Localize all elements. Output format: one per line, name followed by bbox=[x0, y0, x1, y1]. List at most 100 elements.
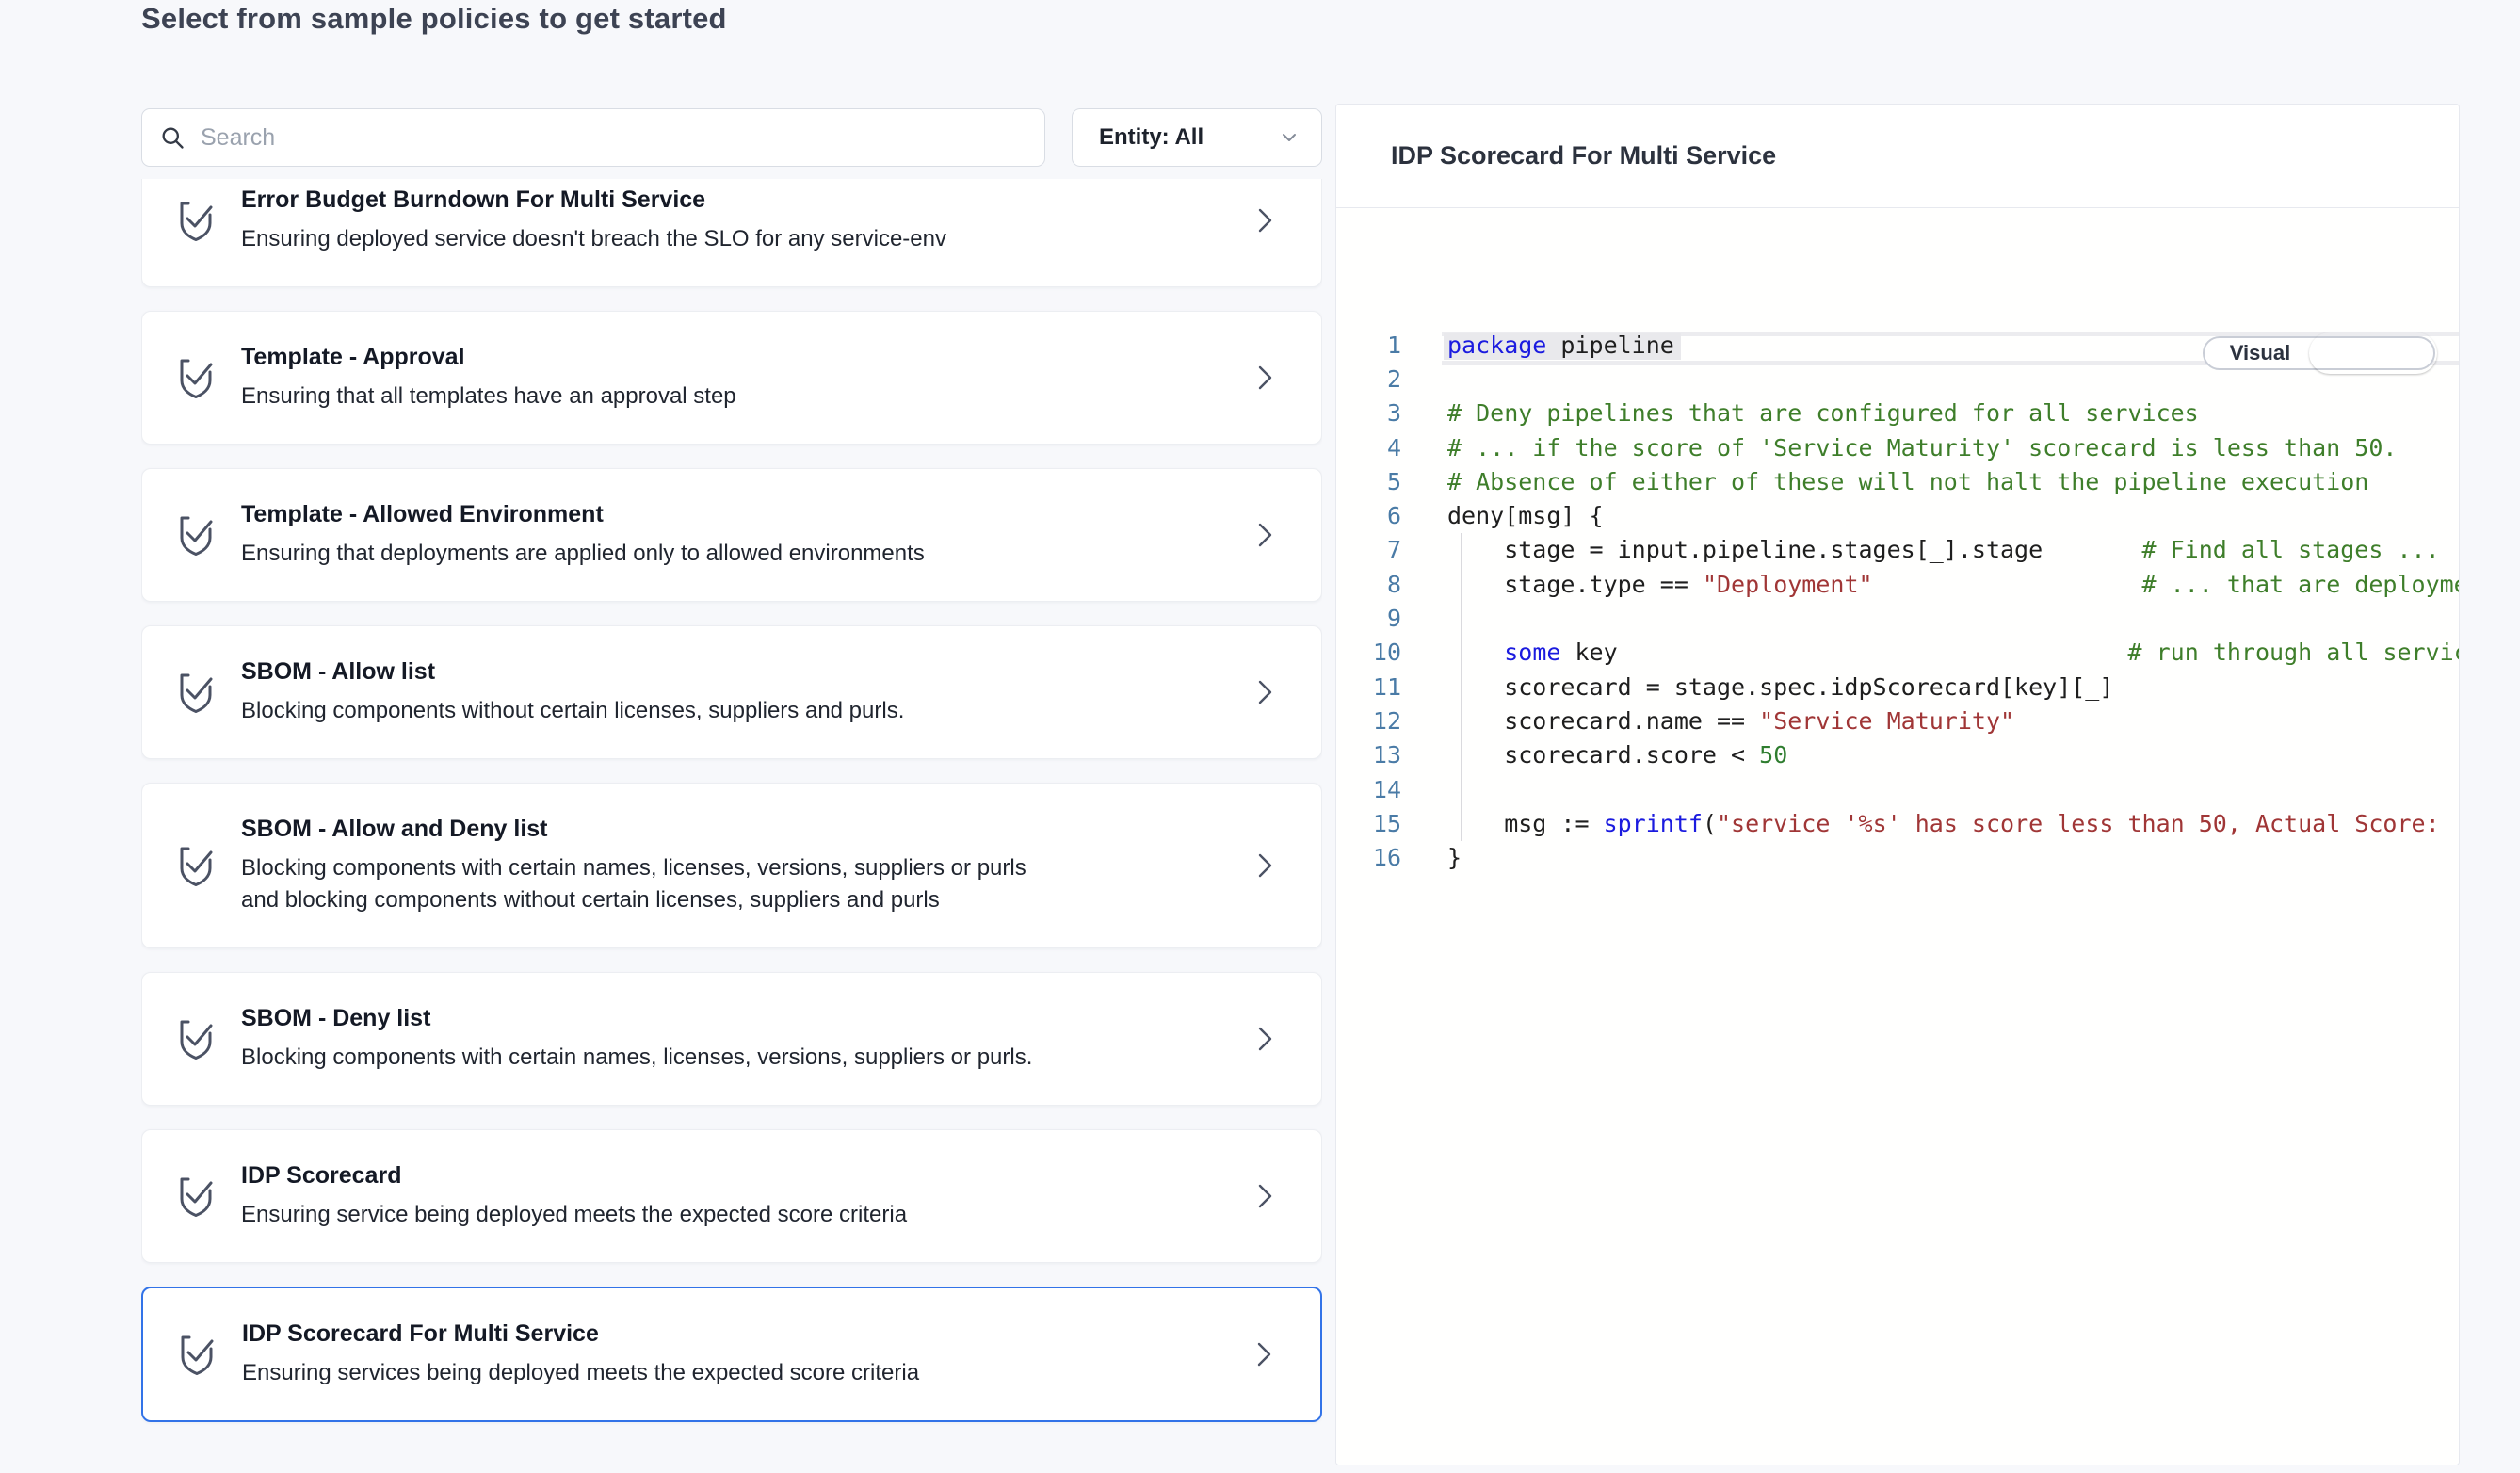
view-toggle: Visual Rego bbox=[2203, 336, 2435, 370]
policy-card-text: SBOM - Allow and Deny list Blocking compo… bbox=[241, 815, 1051, 916]
policy-card[interactable]: IDP ScorecardEnsuring service being depl… bbox=[141, 1129, 1322, 1263]
chevron-right-icon[interactable] bbox=[1252, 364, 1278, 392]
chevron-right-icon[interactable] bbox=[1252, 521, 1278, 549]
policy-title: SBOM - Deny list bbox=[241, 1004, 1051, 1032]
code-line: 3 # Deny pipelines that are configured fo… bbox=[1336, 397, 2459, 430]
code-line: 16} bbox=[1336, 840, 2459, 874]
line-number: 14 bbox=[1336, 776, 1401, 803]
code-token: # Absence of either of these will not ha… bbox=[1447, 468, 2368, 495]
policy-description: Ensuring services being deployed meets t… bbox=[242, 1357, 1052, 1389]
code-token bbox=[1618, 639, 2128, 666]
line-number: 6 bbox=[1336, 502, 1401, 529]
policy-title: SBOM - Allow list bbox=[241, 657, 1051, 686]
code-token: 50 bbox=[1759, 741, 1787, 769]
code-text: # Absence of either of these will not ha… bbox=[1401, 468, 2368, 495]
code-token: # ... that are deployments bbox=[2142, 571, 2459, 598]
code-token: sprintf bbox=[1604, 810, 1703, 837]
policy-card[interactable]: SBOM - Allow list Blocking components wit… bbox=[141, 625, 1322, 759]
policy-description: Blocking components with certain names, … bbox=[241, 852, 1051, 916]
code-text: stage = input.pipeline.stages[_].stage #… bbox=[1401, 536, 2440, 563]
policy-card-text: IDP ScorecardEnsuring service being depl… bbox=[241, 1161, 1051, 1231]
policy-description: Ensuring that all templates have an appr… bbox=[241, 380, 1051, 413]
policy-title: SBOM - Allow and Deny list bbox=[241, 815, 1051, 843]
code-token: scorecard = stage.spec.idpScorecard[key]… bbox=[1447, 673, 2113, 701]
code-text: stage.type == "Deployment" # ... that ar… bbox=[1401, 571, 2459, 598]
policy-card[interactable]: SBOM - Deny listBlocking components with… bbox=[141, 972, 1322, 1106]
shield-check-icon bbox=[175, 843, 217, 888]
policy-description: Ensuring service being deployed meets th… bbox=[241, 1199, 1051, 1231]
line-number: 7 bbox=[1336, 536, 1401, 563]
detail-header: IDP Scorecard For Multi Service bbox=[1336, 105, 2459, 208]
code-token: # run through all services bbox=[2128, 639, 2459, 666]
shield-check-icon bbox=[176, 1332, 218, 1377]
code-line: 6deny[msg] { bbox=[1336, 498, 2459, 532]
code-token: msg := bbox=[1447, 810, 1604, 837]
code-text: scorecard.name == "Service Maturity" bbox=[1401, 707, 2014, 735]
code-token: key bbox=[1560, 639, 1617, 666]
line-number: 11 bbox=[1336, 673, 1401, 701]
shield-check-icon bbox=[175, 355, 217, 400]
chevron-right-icon[interactable] bbox=[1252, 851, 1278, 880]
line-number: 2 bbox=[1336, 365, 1401, 393]
code-token: some bbox=[1504, 639, 1560, 666]
line-number: 3 bbox=[1336, 399, 1401, 427]
policy-description: Ensuring that deployments are applied on… bbox=[241, 538, 1051, 570]
code-token: "Deployment" bbox=[1703, 571, 1873, 598]
policy-card[interactable]: Template - Allowed EnvironmentEnsuring t… bbox=[141, 468, 1322, 602]
chevron-right-icon[interactable] bbox=[1252, 1025, 1278, 1053]
entity-filter-label: Entity: All bbox=[1099, 124, 1203, 151]
policy-card[interactable]: Error Budget Burndown For Multi Service E… bbox=[141, 179, 1322, 287]
code-text: } bbox=[1401, 844, 1462, 871]
shield-check-icon bbox=[175, 1016, 217, 1061]
code-token: scorecard.score < bbox=[1447, 741, 1759, 769]
policy-card-text: Template - Allowed EnvironmentEnsuring t… bbox=[241, 500, 1051, 570]
policy-card-text: Error Budget Burndown For Multi Service E… bbox=[241, 186, 1051, 255]
code-token bbox=[1447, 639, 1504, 666]
chevron-right-icon[interactable] bbox=[1252, 1182, 1278, 1210]
code-token bbox=[2043, 536, 2141, 563]
code-token: # Deny pipelines that are configured for… bbox=[1447, 399, 2199, 427]
toggle-visual[interactable]: Visual bbox=[2205, 338, 2316, 368]
code-text: some key # run through all services bbox=[1401, 639, 2459, 666]
line-number: 4 bbox=[1336, 434, 1401, 461]
chevron-right-icon[interactable] bbox=[1252, 678, 1278, 706]
code-token: # Find all stages ... bbox=[2142, 536, 2440, 563]
policy-card-text: SBOM - Deny listBlocking components with… bbox=[241, 1004, 1051, 1074]
search-icon bbox=[159, 124, 186, 151]
policy-card[interactable]: Template - Approval Ensuring that all tem… bbox=[141, 311, 1322, 445]
policy-title: Error Budget Burndown For Multi Service bbox=[241, 186, 1051, 214]
line-number: 13 bbox=[1336, 741, 1401, 769]
policy-description: Ensuring deployed service doesn't breach… bbox=[241, 223, 1051, 255]
chevron-right-icon[interactable] bbox=[1252, 206, 1278, 235]
code-text: # Deny pipelines that are configured for… bbox=[1401, 399, 2199, 427]
policy-title: Template - Approval bbox=[241, 343, 1051, 371]
policy-card[interactable]: SBOM - Allow and Deny list Blocking compo… bbox=[141, 783, 1322, 948]
entity-filter-dropdown[interactable]: Entity: All bbox=[1072, 108, 1322, 167]
code-line: 11 scorecard = stage.spec.idpScorecard[k… bbox=[1336, 670, 2459, 704]
code-line: 9 bbox=[1336, 601, 2459, 635]
code-text: package pipeline bbox=[1401, 332, 1674, 359]
code-line: 7 stage = input.pipeline.stages[_].stage… bbox=[1336, 533, 2459, 567]
code-line: 13 scorecard.score < 50 bbox=[1336, 738, 2459, 772]
line-number: 10 bbox=[1336, 639, 1401, 666]
policy-detail-panel: IDP Scorecard For Multi Service 1package… bbox=[1335, 104, 2460, 1465]
toggle-rego[interactable]: Rego bbox=[2309, 332, 2437, 374]
chevron-right-icon[interactable] bbox=[1251, 1340, 1277, 1368]
line-number: 12 bbox=[1336, 707, 1401, 735]
policy-card[interactable]: IDP Scorecard For Multi ServiceEnsuring … bbox=[141, 1287, 1322, 1422]
search-input[interactable] bbox=[201, 124, 1027, 152]
code-text: deny[msg] { bbox=[1401, 502, 1604, 529]
code-editor[interactable]: 1package pipeline2 3 # Deny pipelines that… bbox=[1336, 208, 2459, 1465]
code-token: stage.type == bbox=[1447, 571, 1703, 598]
policy-card-text: SBOM - Allow list Blocking components wit… bbox=[241, 657, 1051, 727]
shield-check-icon bbox=[175, 512, 217, 558]
code-token: ( bbox=[1703, 810, 1717, 837]
list-controls: Entity: All bbox=[141, 108, 1322, 167]
page-title: Select from sample policies to get start… bbox=[141, 2, 727, 36]
policy-description: Blocking components without certain lice… bbox=[241, 695, 1051, 727]
search-box[interactable] bbox=[141, 108, 1045, 167]
code-token: "Service Maturity" bbox=[1759, 707, 2014, 735]
line-number: 1 bbox=[1336, 332, 1401, 359]
code-line: 5# Absence of either of these will not h… bbox=[1336, 464, 2459, 498]
chevron-down-icon bbox=[1278, 126, 1300, 149]
